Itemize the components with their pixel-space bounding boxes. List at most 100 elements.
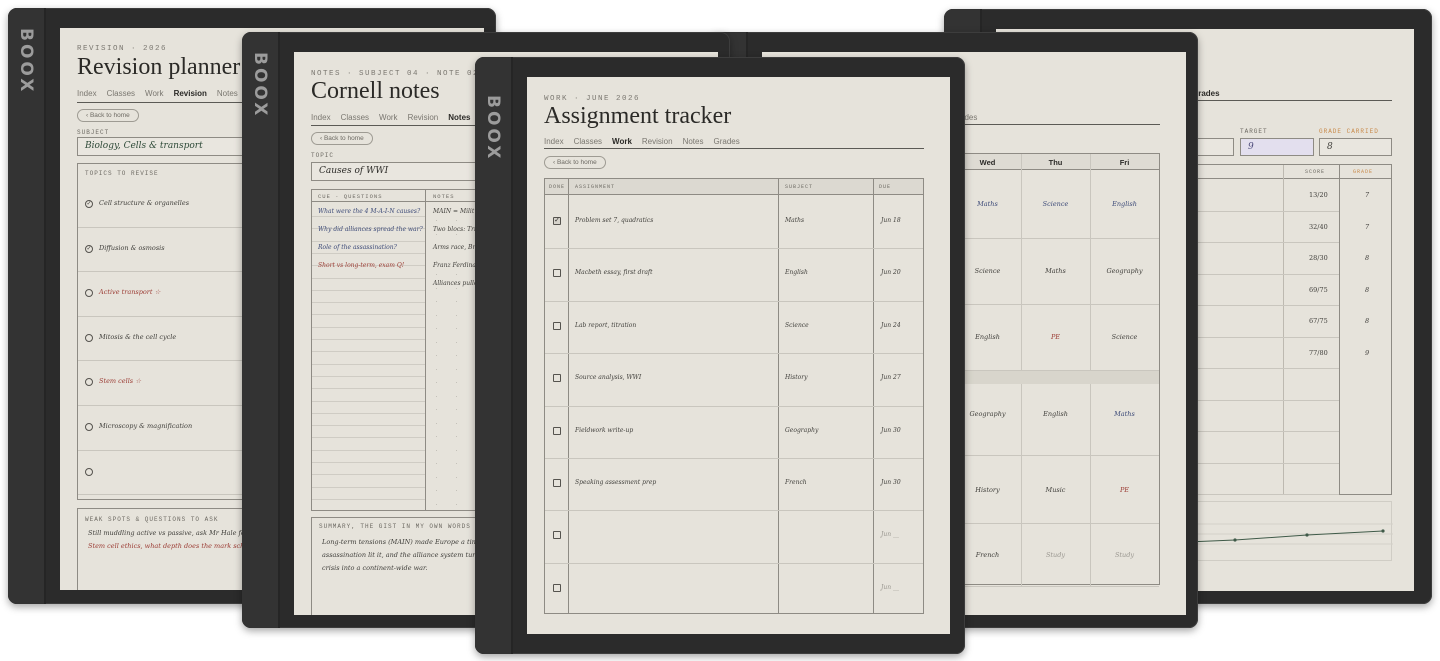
done-checkbox[interactable] <box>553 479 561 487</box>
tab-revision[interactable]: Revision <box>408 113 439 122</box>
weak-spots-label: WEAK SPOTS & QUESTIONS TO ASK <box>85 516 219 523</box>
scores-table: SCORE GRADE 13/20 7 32/40 7 28/30 8 69/75 8 67/7… <box>1186 164 1392 495</box>
timetable-cell[interactable]: Science <box>1021 200 1090 208</box>
assignment-subject[interactable]: Science <box>785 322 809 329</box>
ruled-line <box>312 240 425 242</box>
back-button[interactable]: ‹ Back to home <box>311 132 373 145</box>
assignment-subject[interactable]: History <box>785 374 808 381</box>
done-checkbox[interactable]: ✓ <box>553 217 561 225</box>
assignment-name[interactable]: Lab report, titration <box>575 322 636 329</box>
tab-classes[interactable]: Classes <box>107 89 135 98</box>
back-button[interactable]: ‹ Back to home <box>77 109 139 122</box>
assignment-due[interactable]: Jun 18 <box>881 217 901 224</box>
dot-grid-dot <box>436 490 437 491</box>
assignment-subject[interactable]: English <box>785 269 808 276</box>
ruled-line <box>312 363 425 365</box>
page-eyebrow: REVISION · 2026 <box>77 45 168 53</box>
tab-grades[interactable]: Grades <box>713 137 739 146</box>
assignment-name[interactable]: Problem set 7, quadratics <box>575 217 653 224</box>
assignment-subject[interactable]: Geography <box>785 427 818 434</box>
assignment-name[interactable]: Macbeth essay, first draft <box>575 269 653 276</box>
grade-value[interactable]: 9 <box>1365 349 1369 357</box>
timetable-cell[interactable]: Study <box>1090 551 1159 559</box>
dot-grid-dot <box>456 503 457 505</box>
ruled-line <box>312 375 425 377</box>
tab-notes[interactable]: Notes <box>683 137 704 146</box>
timetable-cell[interactable]: Geography <box>1090 267 1159 275</box>
done-checkbox[interactable] <box>553 269 561 278</box>
col-done: DONE <box>549 184 566 190</box>
row-divider <box>953 238 1159 239</box>
assignment-subject[interactable]: French <box>785 479 807 486</box>
done-checkbox[interactable] <box>553 321 561 330</box>
brand-logo: BOOX <box>16 28 36 95</box>
assignment-due[interactable]: Jun 30 <box>881 479 901 486</box>
assignment-due[interactable]: Jun 30 <box>881 427 901 434</box>
score-value: 69/75 <box>1309 285 1328 294</box>
topics-label: TOPICS TO REVISE <box>85 170 159 177</box>
assignment-due[interactable]: Jun 24 <box>881 322 901 329</box>
grade-value[interactable]: 8 <box>1365 286 1369 294</box>
col-due: DUE <box>879 184 892 190</box>
timetable-cell[interactable]: Maths <box>1090 410 1159 418</box>
ruled-line <box>312 339 425 340</box>
summary-line: crisis into a continent-wide war. <box>322 564 428 572</box>
assignment-name[interactable]: Fieldwork write-up <box>575 427 633 434</box>
tab-revision[interactable]: Revision <box>174 89 207 98</box>
grade-value[interactable]: 7 <box>1365 223 1369 231</box>
done-checkbox[interactable] <box>553 426 561 435</box>
tab-notes[interactable]: Notes <box>448 113 470 122</box>
assignment-due[interactable]: Jun __ <box>881 584 899 591</box>
timetable-cell[interactable]: English <box>1021 410 1090 418</box>
done-checkbox[interactable] <box>553 531 561 540</box>
tracker-row-divider <box>545 300 923 302</box>
tab-revision[interactable]: Revision <box>642 137 673 146</box>
tab-work[interactable]: Work <box>145 89 164 98</box>
dot-grid-dot <box>456 314 457 316</box>
ruled-line <box>312 351 425 353</box>
timetable-cell[interactable]: Music <box>1021 486 1090 494</box>
assignment-name[interactable]: Speaking assessment prep <box>575 479 656 486</box>
back-button[interactable]: ‹ Back to home <box>544 156 606 169</box>
topic-checkbox[interactable]: ✓ <box>85 200 93 208</box>
tab-index[interactable]: Index <box>77 89 97 98</box>
done-checkbox[interactable] <box>553 374 561 383</box>
target-field[interactable]: 9 <box>1240 138 1314 156</box>
tab-work[interactable]: Work <box>379 113 398 122</box>
tab-classes[interactable]: Classes <box>341 113 369 122</box>
assignment-name[interactable]: Source analysis, WWI <box>575 374 641 381</box>
topic-checkbox[interactable] <box>85 333 93 342</box>
ruled-line <box>312 326 425 328</box>
topic-checkbox[interactable] <box>85 378 93 387</box>
timetable-cell[interactable]: English <box>1090 200 1159 208</box>
timetable-cell[interactable]: PE <box>1090 486 1159 494</box>
tab-classes[interactable]: Classes <box>574 137 602 146</box>
topic-label: Cell structure & organelles <box>99 199 190 207</box>
grade-value[interactable]: 7 <box>1365 191 1369 199</box>
timetable-cell[interactable]: PE <box>1021 333 1090 341</box>
summary-label: SUMMARY, THE GIST IN MY OWN WORDS <box>319 523 471 530</box>
grade-value[interactable]: 8 <box>1365 317 1369 325</box>
tab-notes[interactable]: Notes <box>217 89 238 98</box>
page-eyebrow: WORK · JUNE 2026 <box>544 95 641 103</box>
tab-index[interactable]: Index <box>311 113 331 122</box>
topic-checkbox[interactable] <box>85 289 93 298</box>
assignment-subject[interactable]: Maths <box>785 217 804 224</box>
ruled-line <box>312 302 425 304</box>
grade-value[interactable]: 8 <box>1365 254 1369 262</box>
timetable-cell[interactable]: Study <box>1021 551 1090 559</box>
tab-work[interactable]: Work <box>612 137 632 146</box>
topic-checkbox[interactable] <box>85 423 93 431</box>
topic-checkbox[interactable]: ✓ <box>85 244 93 253</box>
assignment-due[interactable]: Jun 27 <box>881 374 901 381</box>
done-checkbox[interactable] <box>553 583 561 592</box>
tab-index[interactable]: Index <box>544 137 564 146</box>
topic-checkbox[interactable] <box>85 467 93 476</box>
ruled-line <box>312 400 425 402</box>
timetable-cell[interactable]: Maths <box>1021 267 1090 275</box>
assignment-due[interactable]: Jun __ <box>881 531 899 538</box>
assignment-due[interactable]: Jun 20 <box>881 269 901 276</box>
device-assignment-tracker: BOOX WORK · JUNE 2026 Assignment tracker… <box>475 57 965 654</box>
timetable-cell[interactable]: Science <box>1090 333 1159 341</box>
grade-carried-field[interactable]: 8 <box>1319 138 1392 156</box>
